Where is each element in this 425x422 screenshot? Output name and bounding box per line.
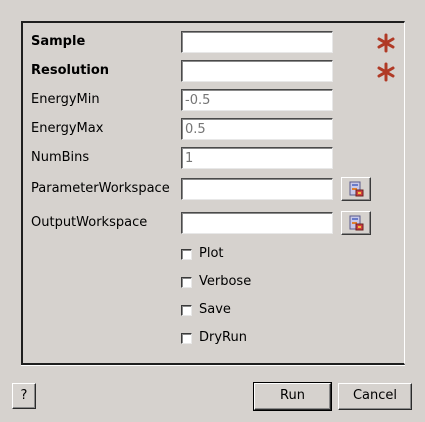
parameter-workspace-label: ParameterWorkspace [31,181,170,196]
energy-max-input[interactable] [181,118,333,140]
sample-input[interactable] [181,31,333,53]
verbose-checkbox-label: Verbose [199,274,252,289]
resolution-label: Resolution [31,63,110,78]
workspace-icon [349,215,364,231]
checkbox-box[interactable] [181,304,192,316]
plot-checkbox[interactable]: Plot [181,246,224,262]
checkbox-box[interactable] [181,276,192,288]
run-button[interactable]: Run [253,382,332,411]
verbose-checkbox[interactable]: Verbose [181,274,251,290]
help-button[interactable]: ? [12,383,36,409]
energy-min-label: EnergyMin [31,92,100,107]
cancel-button[interactable]: Cancel [338,383,412,410]
workspace-icon [349,181,364,197]
dry-run-checkbox[interactable]: DryRun [181,330,247,346]
parameter-workspace-input[interactable] [181,178,333,200]
output-workspace-input[interactable] [181,212,333,234]
required-asterisk-icon [377,62,395,82]
checkbox-box[interactable] [181,332,192,344]
output-workspace-browse-button[interactable] [341,211,371,235]
num-bins-label: NumBins [31,150,90,165]
energy-max-label: EnergyMax [31,121,104,136]
plot-checkbox-label: Plot [199,246,224,261]
energy-min-input[interactable] [181,89,333,111]
checkbox-box[interactable] [181,248,192,260]
dry-run-checkbox-label: DryRun [199,330,247,345]
save-checkbox[interactable]: Save [181,302,231,318]
resolution-input[interactable] [181,60,333,82]
parameter-workspace-browse-button[interactable] [341,177,371,201]
output-workspace-label: OutputWorkspace [31,215,148,230]
save-checkbox-label: Save [199,302,231,317]
sample-label: Sample [31,34,86,49]
num-bins-input[interactable] [181,147,333,169]
required-asterisk-icon [377,33,395,53]
